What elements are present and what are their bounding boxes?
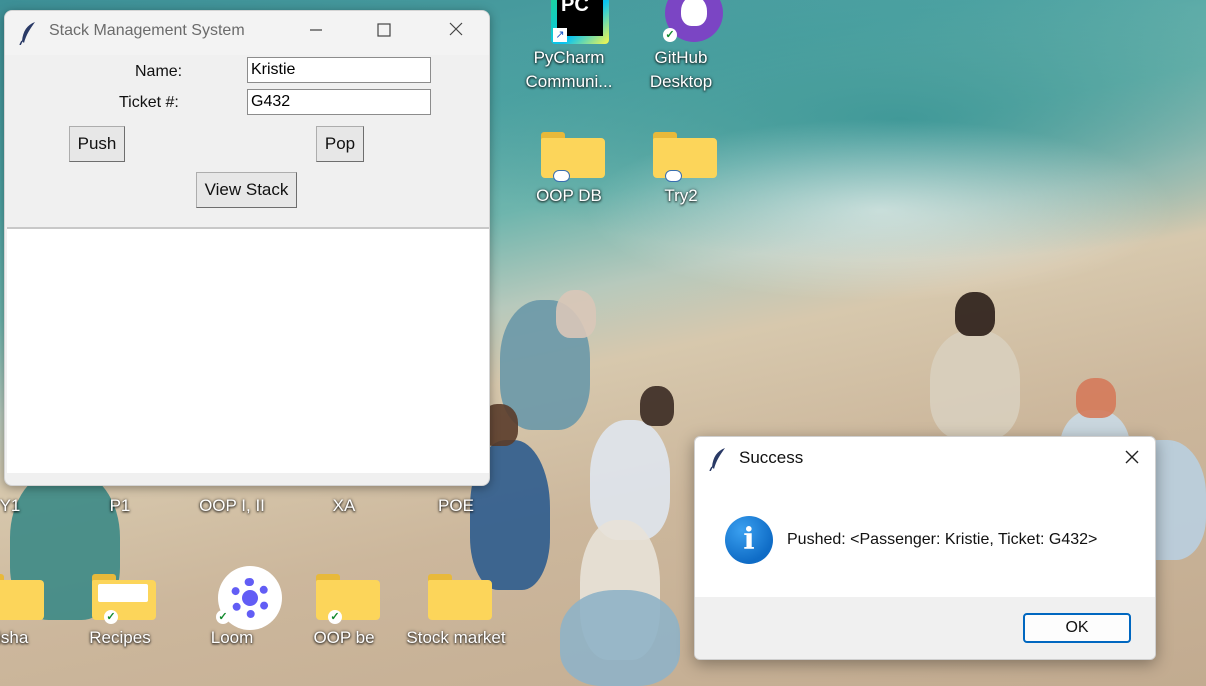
folder-icon [424,566,492,622]
desktop-icon-label: POE [438,496,474,515]
desktop-icon-oop-i-ii[interactable]: OOP I, II [182,494,282,518]
pop-button[interactable]: Pop [316,126,364,162]
desktop-icon-y1[interactable]: Y1 [0,494,60,518]
view-stack-button[interactable]: View Stack [196,172,297,208]
feather-icon [709,448,725,471]
desktop-icon-recipes[interactable]: ✓ Recipes [70,566,170,650]
desktop-icon-try2[interactable]: Try2 [631,124,731,208]
folder-icon [649,124,717,182]
ticket-label: Ticket #: [119,94,179,111]
sync-check-icon: ✓ [104,610,118,624]
desktop-icon-label: OOP I, II [199,496,265,515]
desktop-icon-label: Recipes [89,628,151,647]
desktop-icon-label: Loom [210,628,254,647]
wallpaper-figure [556,290,596,338]
minimize-icon [310,29,322,31]
minimize-button[interactable] [293,11,339,55]
folder-icon: ✓ [312,566,380,624]
stack-display-area[interactable] [7,227,489,473]
desktop-icon-oop-db[interactable]: OOP DB [519,124,619,208]
desktop-icon-aisha[interactable]: aisha [0,566,58,650]
desktop-icon-github-desktop[interactable]: ✓ GitHub Desktop [631,0,731,94]
dialog-footer: OK [695,597,1155,659]
wallpaper-figure [955,292,995,336]
stack-management-window: Stack Management System Name: Ticket #: … [4,10,490,486]
close-icon [449,22,463,36]
desktop-icon-p1[interactable]: P1 [70,494,170,518]
folder-icon [537,124,605,182]
ok-button[interactable]: OK [1023,613,1131,643]
desktop-icon-xa[interactable]: XA [294,494,394,518]
sync-check-icon: ✓ [328,610,342,624]
cloud-icon [553,170,570,182]
desktop-icon-label: Try2 [664,186,698,205]
wallpaper-figure [930,330,1020,440]
desktop-icon-oop-be[interactable]: ✓ OOP be [294,566,394,650]
desktop-icon-poe[interactable]: POE [406,494,506,518]
desktop-icon-label: Communi... [525,72,613,91]
wallpaper-figure [1076,378,1116,418]
sync-check-icon: ✓ [216,610,230,624]
sync-check-icon: ✓ [663,28,677,42]
success-dialog: Success i Pushed: <Passenger: Kristie, T… [694,436,1156,660]
desktop-icon-label: PyCharm [533,48,605,67]
dialog-message: Pushed: <Passenger: Kristie, Ticket: G43… [787,531,1098,548]
desktop-icon-label: OOP be [313,628,375,647]
maximize-icon [377,23,391,37]
feather-icon [19,22,35,45]
cloud-icon [665,170,682,182]
maximize-button[interactable] [361,11,407,55]
loom-icon: ✓ [200,566,282,630]
close-button[interactable] [433,11,479,55]
wallpaper-figure [560,590,680,686]
desktop-icon-label: OOP DB [536,186,602,205]
ticket-input[interactable] [247,89,431,115]
window-title: Stack Management System [49,22,245,39]
dialog-title: Success [739,448,804,467]
window-titlebar[interactable]: Stack Management System [5,11,489,55]
desktop-icon-label: XA [332,496,356,515]
name-label: Name: [135,63,183,80]
github-desktop-icon: ✓ [649,0,723,42]
folder-icon: ✓ [88,566,156,624]
desktop-icon-label: Desktop [649,72,713,91]
close-icon [1125,450,1139,464]
desktop-icon-loom[interactable]: ✓ Loom [182,566,282,650]
desktop-icon-label: Stock market [406,628,506,647]
desktop-icon-label: aisha [0,628,29,647]
desktop-icon-label: Y1 [0,496,21,515]
desktop-icon-pycharm[interactable]: PC ↗ PyCharm Communi... [519,0,619,94]
desktop-icon-label: GitHub [654,48,708,67]
info-icon: i [725,516,773,564]
push-button[interactable]: Push [69,126,125,162]
pycharm-icon: PC ↗ [537,0,609,44]
wallpaper-figure [640,386,674,426]
desktop-icon-label: P1 [109,496,131,515]
desktop-icon-stock-market[interactable]: Stock market [398,566,514,650]
dialog-close-button[interactable] [1109,437,1155,481]
folder-icon [0,566,44,622]
name-input[interactable] [247,57,431,83]
